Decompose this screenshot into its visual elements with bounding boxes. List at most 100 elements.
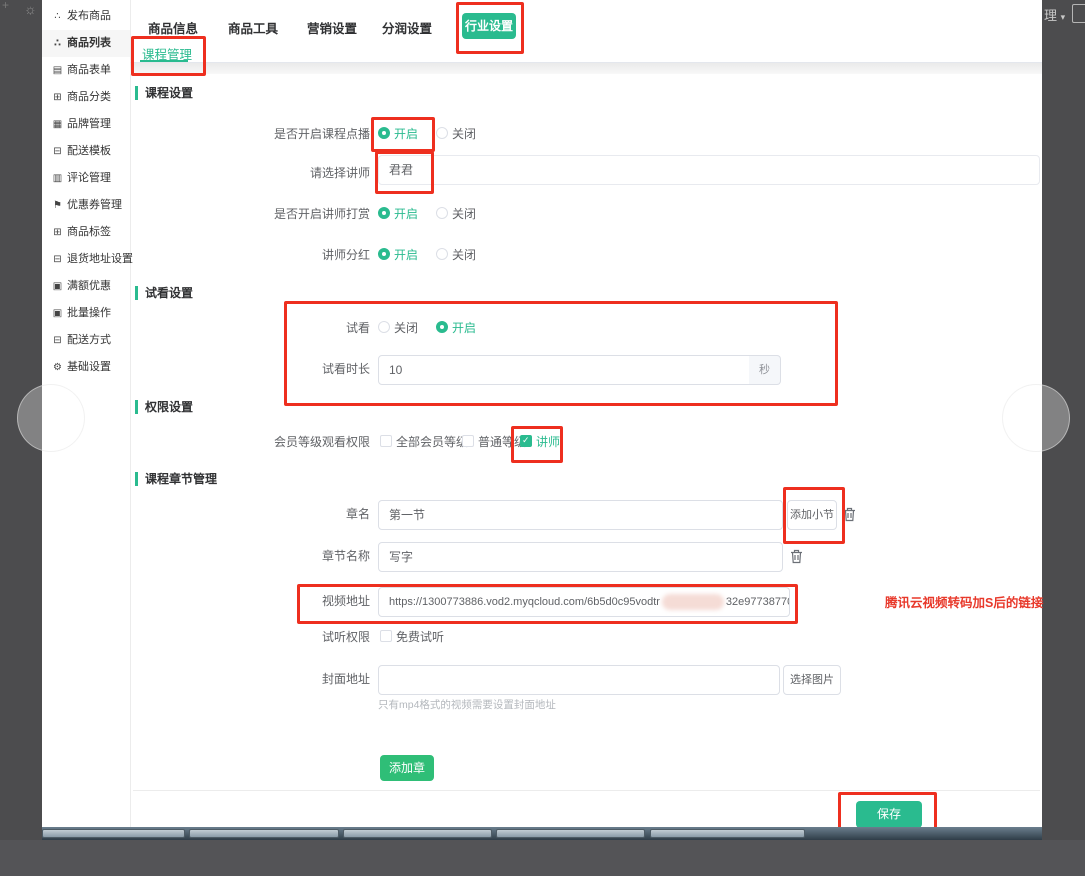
tab-marketing-settings[interactable]: 营销设置 [307, 18, 357, 37]
sidebar-item-comment-management[interactable]: ▥评论管理 [42, 165, 130, 192]
member-lecturer-label[interactable]: 讲师 [536, 435, 560, 449]
trial-duration-unit: 秒 [749, 355, 781, 385]
sidebar-item-publish-product[interactable]: ∴发布商品 [42, 3, 130, 30]
member-normal-checkbox[interactable] [462, 435, 474, 447]
vod-on-radio[interactable] [378, 127, 390, 139]
member-lecturer-checkbox[interactable] [520, 435, 532, 447]
select-image-button[interactable]: 选择图片 [783, 665, 841, 695]
dividend-off-radio[interactable] [436, 248, 448, 260]
comment-icon: ▥ [51, 165, 64, 192]
tag-icon: ⊞ [51, 219, 64, 246]
dividend-off-label[interactable]: 关闭 [452, 248, 476, 262]
truck-icon: ⊟ [51, 138, 64, 165]
free-audition-checkbox[interactable] [380, 630, 392, 642]
sidebar-item-product-tags[interactable]: ⊞商品标签 [42, 219, 130, 246]
viewed-screenshot: ∴发布商品 ∴商品列表 ▤商品表单 ⊞商品分类 ▦品牌管理 ⊟配送模板 ▥评论管… [42, 0, 1042, 840]
sidebar-item-coupon-management[interactable]: ⚑优惠券管理 [42, 192, 130, 219]
cover-hint: 只有mp4格式的视频需要设置封面地址 [378, 697, 556, 712]
member-all-checkbox[interactable] [380, 435, 392, 447]
trial-on-label[interactable]: 开启 [452, 321, 476, 335]
tab-product-info[interactable]: 商品信息 [148, 18, 198, 37]
reward-off-label[interactable]: 关闭 [452, 207, 476, 221]
reward-label: 是否开启讲师打赏 [130, 207, 370, 221]
chapter-name-input[interactable]: 第一节 [378, 500, 783, 530]
taskbar-window-button[interactable] [650, 829, 805, 838]
dividend-label: 讲师分红 [130, 248, 370, 262]
truck-icon: ⊟ [51, 327, 64, 354]
add-chapter-button[interactable]: 添加章 [380, 755, 434, 781]
sidebar-item-batch-operation[interactable]: ▣批量操作 [42, 300, 130, 327]
lecturer-select[interactable]: 君君 [378, 155, 1040, 185]
tab-industry-settings[interactable]: 行业设置 [462, 13, 516, 39]
trial-off-label[interactable]: 关闭 [394, 321, 418, 335]
add-subsection-button[interactable]: 添加小节 [787, 500, 837, 530]
crop-mark-icon: + [2, 0, 9, 12]
lecturer-label: 请选择讲师 [130, 166, 370, 180]
vod-on-label[interactable]: 开启 [394, 127, 418, 141]
trial-label: 试看 [130, 321, 370, 335]
member-all-label[interactable]: 全部会员等级 [396, 435, 468, 449]
sidebar-item-full-discount[interactable]: ▣满额优惠 [42, 273, 130, 300]
cover-url-label: 封面地址 [130, 672, 370, 686]
section-title-trial-settings: 试看设置 [135, 286, 193, 300]
briefcase-icon: ▦ [51, 111, 64, 138]
toolbar-image-icon[interactable] [1072, 4, 1085, 23]
vod-off-label[interactable]: 关闭 [452, 127, 476, 141]
sidebar-item-product-list[interactable]: ∴商品列表 [42, 30, 130, 57]
cover-url-input[interactable] [378, 665, 780, 695]
trial-duration-label: 试看时长 [130, 362, 370, 376]
free-audition-label[interactable]: 免费试听 [396, 630, 444, 644]
reward-on-label[interactable]: 开启 [394, 207, 418, 221]
sidebar-item-delivery-method[interactable]: ⊟配送方式 [42, 327, 130, 354]
vod-off-radio[interactable] [436, 127, 448, 139]
sidebar-item-delivery-template[interactable]: ⊟配送模板 [42, 138, 130, 165]
video-url-input[interactable]: https://1300773886.vod2.myqcloud.com/6b5… [378, 587, 790, 617]
trial-on-radio[interactable] [436, 321, 448, 333]
sidebar-item-return-address[interactable]: ⊟退货地址设置 [42, 246, 130, 273]
annotation-box-trial-group [284, 301, 838, 406]
section-title-course-settings: 课程设置 [135, 86, 193, 100]
tab-product-tools[interactable]: 商品工具 [228, 18, 278, 37]
next-image-button[interactable]: › [1002, 384, 1070, 452]
redacted-blur [662, 594, 724, 610]
prev-image-button[interactable]: ‹ [17, 384, 85, 452]
chapter-name-label: 章名 [130, 507, 370, 521]
tab-profit-settings[interactable]: 分润设置 [382, 18, 432, 37]
member-perm-label: 会员等级观看权限 [130, 435, 370, 449]
os-taskbar [42, 827, 1042, 840]
audition-label: 试听权限 [130, 630, 370, 644]
sidebar-item-product-form[interactable]: ▤商品表单 [42, 57, 130, 84]
dividend-on-label[interactable]: 开启 [394, 248, 418, 262]
reward-off-radio[interactable] [436, 207, 448, 219]
taskbar-window-button[interactable] [42, 829, 185, 838]
image-viewer-app: ∴发布商品 ∴商品列表 ▤商品表单 ⊞商品分类 ▦品牌管理 ⊟配送模板 ▥评论管… [0, 0, 1085, 876]
footer-divider [133, 790, 1040, 791]
taskbar-window-button[interactable] [496, 829, 645, 838]
delete-section-icon[interactable] [790, 549, 803, 569]
member-normal-label[interactable]: 普通等级 [478, 435, 526, 449]
save-button[interactable]: 保存 [856, 801, 922, 828]
gift-icon: ▣ [51, 300, 64, 327]
sidebar-item-basic-settings[interactable]: ⚙基础设置 [42, 354, 130, 381]
trial-off-radio[interactable] [378, 321, 390, 333]
header-shadow-band [130, 63, 1042, 74]
coupon-icon: ⚑ [51, 192, 64, 219]
sidebar-item-product-category[interactable]: ⊞商品分类 [42, 84, 130, 111]
annotation-video-note: 腾讯云视频转码加S后的链接 [885, 592, 1043, 611]
gift-icon: ▣ [51, 273, 64, 300]
taskbar-window-button[interactable] [343, 829, 492, 838]
section-title-permission-settings: 权限设置 [135, 400, 193, 414]
video-url-label: 视频地址 [130, 594, 370, 608]
taskbar-window-button[interactable] [189, 829, 339, 838]
delete-chapter-icon[interactable] [843, 507, 856, 527]
vod-label: 是否开启课程点播 [130, 127, 370, 141]
brightness-icon[interactable]: ☼ [24, 1, 37, 17]
process-menu-label[interactable]: 理 ▾ [1044, 5, 1065, 24]
sidebar-item-brand-management[interactable]: ▦品牌管理 [42, 111, 130, 138]
share-icon: ∴ [51, 3, 64, 30]
dividend-on-radio[interactable] [378, 248, 390, 260]
reward-on-radio[interactable] [378, 207, 390, 219]
trial-duration-input[interactable]: 10 [378, 355, 750, 385]
section-name-input[interactable]: 写字 [378, 542, 783, 572]
section-name-label: 章节名称 [130, 549, 370, 563]
